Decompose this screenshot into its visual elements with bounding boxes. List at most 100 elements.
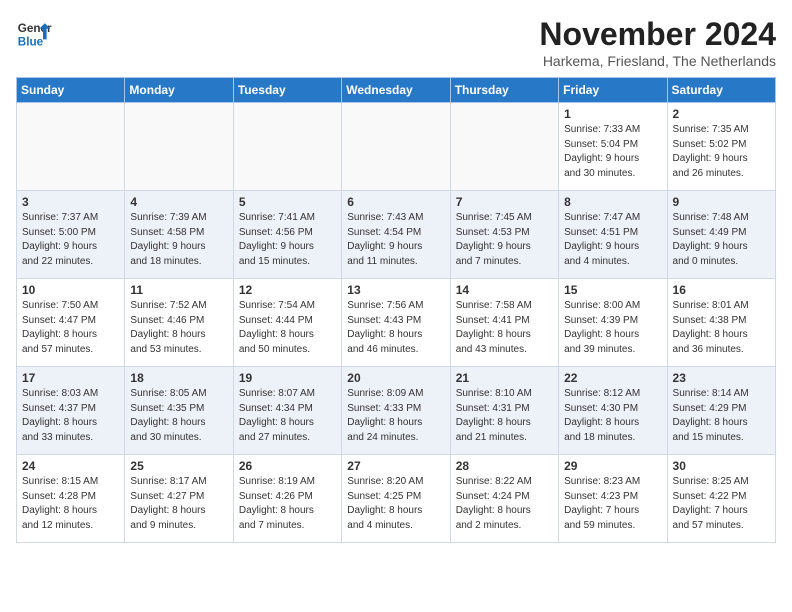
weekday-header-tuesday: Tuesday xyxy=(233,78,341,103)
calendar-cell: 21 Sunrise: 8:10 AM Sunset: 4:31 PM Dayli… xyxy=(450,367,558,455)
day-info: Sunrise: 8:03 AM Sunset: 4:37 PM Dayligh… xyxy=(22,387,119,445)
day-info: Sunrise: 8:22 AM Sunset: 4:24 PM Dayligh… xyxy=(456,475,553,533)
day-number: 4 xyxy=(130,195,227,209)
day-number: 7 xyxy=(456,195,553,209)
month-title: November 2024 xyxy=(539,16,776,53)
day-number: 27 xyxy=(347,459,444,473)
calendar-cell: 19 Sunrise: 8:07 AM Sunset: 4:34 PM Dayli… xyxy=(233,367,341,455)
calendar-cell: 27 Sunrise: 8:20 AM Sunset: 4:25 PM Dayli… xyxy=(342,455,450,543)
day-info: Sunrise: 8:01 AM Sunset: 4:38 PM Dayligh… xyxy=(673,299,770,357)
calendar-cell: 18 Sunrise: 8:05 AM Sunset: 4:35 PM Dayli… xyxy=(125,367,233,455)
day-number: 10 xyxy=(22,283,119,297)
day-number: 24 xyxy=(22,459,119,473)
calendar-cell: 9 Sunrise: 7:48 AM Sunset: 4:49 PM Daylig… xyxy=(667,191,775,279)
day-number: 9 xyxy=(673,195,770,209)
calendar-cell: 20 Sunrise: 8:09 AM Sunset: 4:33 PM Dayli… xyxy=(342,367,450,455)
calendar-cell: 5 Sunrise: 7:41 AM Sunset: 4:56 PM Daylig… xyxy=(233,191,341,279)
day-info: Sunrise: 7:45 AM Sunset: 4:53 PM Dayligh… xyxy=(456,211,553,269)
day-number: 8 xyxy=(564,195,661,209)
day-info: Sunrise: 7:58 AM Sunset: 4:41 PM Dayligh… xyxy=(456,299,553,357)
title-block: November 2024 Harkema, Friesland, The Ne… xyxy=(539,16,776,69)
day-number: 25 xyxy=(130,459,227,473)
weekday-header-thursday: Thursday xyxy=(450,78,558,103)
day-number: 2 xyxy=(673,107,770,121)
calendar-cell: 3 Sunrise: 7:37 AM Sunset: 5:00 PM Daylig… xyxy=(17,191,125,279)
day-number: 12 xyxy=(239,283,336,297)
calendar-week-2: 3 Sunrise: 7:37 AM Sunset: 5:00 PM Daylig… xyxy=(17,191,776,279)
calendar-cell: 2 Sunrise: 7:35 AM Sunset: 5:02 PM Daylig… xyxy=(667,103,775,191)
day-number: 26 xyxy=(239,459,336,473)
calendar-cell xyxy=(233,103,341,191)
day-info: Sunrise: 7:37 AM Sunset: 5:00 PM Dayligh… xyxy=(22,211,119,269)
day-info: Sunrise: 7:43 AM Sunset: 4:54 PM Dayligh… xyxy=(347,211,444,269)
day-info: Sunrise: 8:05 AM Sunset: 4:35 PM Dayligh… xyxy=(130,387,227,445)
weekday-header-saturday: Saturday xyxy=(667,78,775,103)
day-info: Sunrise: 7:54 AM Sunset: 4:44 PM Dayligh… xyxy=(239,299,336,357)
calendar-cell: 15 Sunrise: 8:00 AM Sunset: 4:39 PM Dayli… xyxy=(559,279,667,367)
day-info: Sunrise: 7:50 AM Sunset: 4:47 PM Dayligh… xyxy=(22,299,119,357)
weekday-header-row: SundayMondayTuesdayWednesdayThursdayFrid… xyxy=(17,78,776,103)
day-number: 23 xyxy=(673,371,770,385)
day-number: 29 xyxy=(564,459,661,473)
day-info: Sunrise: 8:00 AM Sunset: 4:39 PM Dayligh… xyxy=(564,299,661,357)
calendar-cell xyxy=(125,103,233,191)
svg-text:General: General xyxy=(18,22,52,35)
day-info: Sunrise: 8:09 AM Sunset: 4:33 PM Dayligh… xyxy=(347,387,444,445)
weekday-header-monday: Monday xyxy=(125,78,233,103)
day-info: Sunrise: 8:20 AM Sunset: 4:25 PM Dayligh… xyxy=(347,475,444,533)
day-info: Sunrise: 7:33 AM Sunset: 5:04 PM Dayligh… xyxy=(564,123,661,181)
day-number: 5 xyxy=(239,195,336,209)
calendar-cell: 8 Sunrise: 7:47 AM Sunset: 4:51 PM Daylig… xyxy=(559,191,667,279)
day-info: Sunrise: 7:48 AM Sunset: 4:49 PM Dayligh… xyxy=(673,211,770,269)
calendar-cell xyxy=(342,103,450,191)
day-info: Sunrise: 7:56 AM Sunset: 4:43 PM Dayligh… xyxy=(347,299,444,357)
calendar-cell: 6 Sunrise: 7:43 AM Sunset: 4:54 PM Daylig… xyxy=(342,191,450,279)
day-number: 22 xyxy=(564,371,661,385)
day-number: 19 xyxy=(239,371,336,385)
day-number: 21 xyxy=(456,371,553,385)
calendar-week-5: 24 Sunrise: 8:15 AM Sunset: 4:28 PM Dayli… xyxy=(17,455,776,543)
calendar-cell: 22Sunrise: 8:12 AM Sunset: 4:30 PM Dayli… xyxy=(559,367,667,455)
day-info: Sunrise: 7:39 AM Sunset: 4:58 PM Dayligh… xyxy=(130,211,227,269)
day-info: Sunrise: 8:15 AM Sunset: 4:28 PM Dayligh… xyxy=(22,475,119,533)
calendar-week-3: 10 Sunrise: 7:50 AM Sunset: 4:47 PM Dayli… xyxy=(17,279,776,367)
calendar-cell: 25Sunrise: 8:17 AM Sunset: 4:27 PM Dayli… xyxy=(125,455,233,543)
calendar-cell: 1 Sunrise: 7:33 AM Sunset: 5:04 PM Daylig… xyxy=(559,103,667,191)
calendar-cell: 14 Sunrise: 7:58 AM Sunset: 4:41 PM Dayli… xyxy=(450,279,558,367)
day-info: Sunrise: 7:41 AM Sunset: 4:56 PM Dayligh… xyxy=(239,211,336,269)
calendar-cell: 26 Sunrise: 8:19 AM Sunset: 4:26 PM Dayli… xyxy=(233,455,341,543)
day-info: Sunrise: 7:52 AM Sunset: 4:46 PM Dayligh… xyxy=(130,299,227,357)
weekday-header-wednesday: Wednesday xyxy=(342,78,450,103)
day-info: Sunrise: 8:23 AM Sunset: 4:23 PM Dayligh… xyxy=(564,475,661,533)
day-number: 18 xyxy=(130,371,227,385)
day-number: 14 xyxy=(456,283,553,297)
day-info: Sunrise: 7:47 AM Sunset: 4:51 PM Dayligh… xyxy=(564,211,661,269)
day-number: 3 xyxy=(22,195,119,209)
calendar-cell: 13 Sunrise: 7:56 AM Sunset: 4:43 PM Dayli… xyxy=(342,279,450,367)
calendar-cell: 7 Sunrise: 7:45 AM Sunset: 4:53 PM Daylig… xyxy=(450,191,558,279)
day-info: Sunrise: 8:07 AM Sunset: 4:34 PM Dayligh… xyxy=(239,387,336,445)
day-info: Sunrise: 8:25 AM Sunset: 4:22 PM Dayligh… xyxy=(673,475,770,533)
logo: General Blue xyxy=(16,16,52,52)
weekday-header-friday: Friday xyxy=(559,78,667,103)
calendar-table: SundayMondayTuesdayWednesdayThursdayFrid… xyxy=(16,77,776,543)
logo-icon: General Blue xyxy=(16,16,52,52)
day-number: 13 xyxy=(347,283,444,297)
day-number: 30 xyxy=(673,459,770,473)
day-number: 16 xyxy=(673,283,770,297)
calendar-cell: 24 Sunrise: 8:15 AM Sunset: 4:28 PM Dayli… xyxy=(17,455,125,543)
day-number: 17 xyxy=(22,371,119,385)
day-info: Sunrise: 7:35 AM Sunset: 5:02 PM Dayligh… xyxy=(673,123,770,181)
day-info: Sunrise: 8:19 AM Sunset: 4:26 PM Dayligh… xyxy=(239,475,336,533)
calendar-cell: 10 Sunrise: 7:50 AM Sunset: 4:47 PM Dayli… xyxy=(17,279,125,367)
day-number: 15 xyxy=(564,283,661,297)
calendar-cell: 29 Sunrise: 8:23 AM Sunset: 4:23 PM Dayli… xyxy=(559,455,667,543)
day-info: Sunrise: 8:10 AM Sunset: 4:31 PM Dayligh… xyxy=(456,387,553,445)
day-number: 6 xyxy=(347,195,444,209)
day-number: 11 xyxy=(130,283,227,297)
calendar-cell: 16 Sunrise: 8:01 AM Sunset: 4:38 PM Dayli… xyxy=(667,279,775,367)
day-number: 20 xyxy=(347,371,444,385)
calendar-cell: 4 Sunrise: 7:39 AM Sunset: 4:58 PM Daylig… xyxy=(125,191,233,279)
location: Harkema, Friesland, The Netherlands xyxy=(539,53,776,69)
day-number: 1 xyxy=(564,107,661,121)
